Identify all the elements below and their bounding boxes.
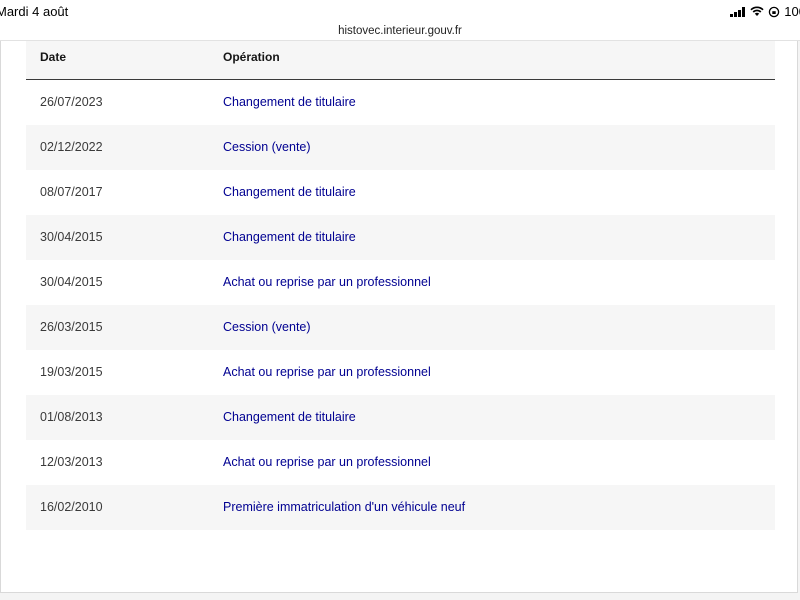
cell-date: 26/03/2015 (40, 320, 103, 334)
table-row: 19/03/2015 Achat ou reprise par un profes… (26, 350, 775, 395)
table-row: 12/03/2013 Achat ou reprise par un profes… (26, 440, 775, 485)
table-body: 26/07/2023 Changement de titulaire 02/12/2… (26, 80, 775, 530)
cell-date: 08/07/2017 (40, 185, 103, 199)
cell-operation: Achat ou reprise par un professionnel (223, 275, 431, 289)
table-row: 16/02/2010 Première immatriculation d'un … (26, 485, 775, 530)
table-row: 02/12/2022 Cession (vente) (26, 125, 775, 170)
status-bar: Mardi 4 août 100 (0, 0, 800, 22)
cell-date: 30/04/2015 (40, 275, 103, 289)
column-header-date: Date (40, 50, 67, 64)
table-row: 26/07/2023 Changement de titulaire (26, 80, 775, 125)
cell-operation: Première immatriculation d'un véhicule n… (223, 500, 466, 514)
cell-date: 12/03/2013 (40, 455, 103, 469)
cell-operation: Changement de titulaire (223, 185, 356, 199)
operations-table: Date Opération 26/07/2023 Changement de t… (26, 41, 775, 530)
cell-date: 26/07/2023 (40, 95, 103, 109)
table-header: Date Opération (26, 41, 775, 80)
screen-lock-icon (768, 6, 780, 18)
url-text: histovec.interieur.gouv.fr (338, 25, 462, 37)
wifi-icon (750, 6, 764, 17)
signal-icon (730, 6, 746, 17)
cell-date: 19/03/2015 (40, 365, 103, 379)
history-card: Date Opération 26/07/2023 Changement de t… (0, 41, 798, 593)
cell-operation: Changement de titulaire (223, 230, 356, 244)
cell-date: 30/04/2015 (40, 230, 103, 244)
cell-operation: Changement de titulaire (223, 95, 356, 109)
cell-date: 01/08/2013 (40, 410, 103, 424)
column-header-operation: Opération (223, 50, 280, 64)
status-indicators: 100 (730, 4, 800, 19)
table-row: 30/04/2015 Changement de titulaire (26, 215, 775, 260)
cell-operation: Achat ou reprise par un professionnel (223, 455, 431, 469)
table-row: 30/04/2015 Achat ou reprise par un profes… (26, 260, 775, 305)
cell-date: 02/12/2022 (40, 140, 103, 154)
page-content: Date Opération 26/07/2023 Changement de t… (0, 41, 800, 600)
cell-operation: Changement de titulaire (223, 410, 356, 424)
url-bar[interactable]: histovec.interieur.gouv.fr (0, 22, 800, 41)
status-date: Mardi 4 août (0, 4, 69, 19)
cell-operation: Cession (vente) (223, 320, 311, 334)
cell-date: 16/02/2010 (40, 500, 103, 514)
table-row: 08/07/2017 Changement de titulaire (26, 170, 775, 215)
battery-level: 100 (784, 4, 800, 19)
table-row: 01/08/2013 Changement de titulaire (26, 395, 775, 440)
cell-operation: Cession (vente) (223, 140, 311, 154)
cell-operation: Achat ou reprise par un professionnel (223, 365, 431, 379)
table-row: 26/03/2015 Cession (vente) (26, 305, 775, 350)
